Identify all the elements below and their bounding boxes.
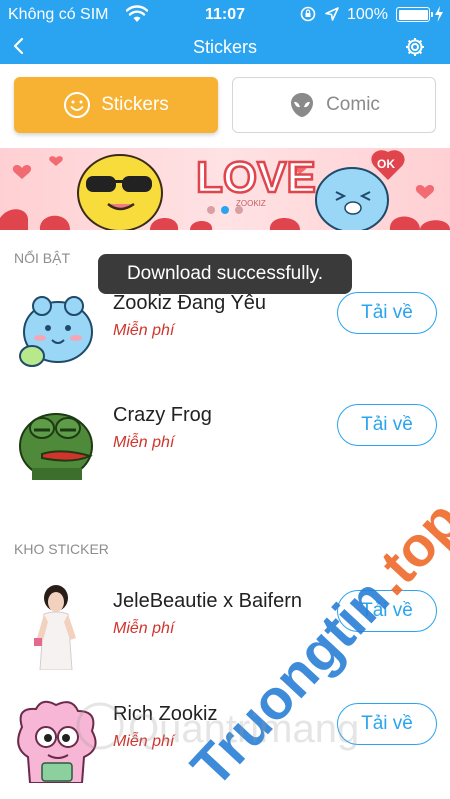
page-dot [207, 206, 215, 214]
battery-icon [396, 7, 433, 22]
gear-icon[interactable] [404, 36, 426, 58]
smiley-icon [64, 92, 91, 118]
promo-banner[interactable]: LOVE ZOOKIZ OK [0, 148, 450, 230]
sticker-tabs: Stickers Comic [0, 64, 450, 148]
download-button[interactable]: Tải về [337, 590, 437, 632]
download-button[interactable]: Tải về [337, 292, 437, 334]
download-button[interactable]: Tải về [337, 703, 437, 745]
sticker-name: JeleBeautie x Baifern [113, 590, 303, 612]
list-item[interactable]: Crazy Frog Miễn phí Tải về [0, 384, 450, 496]
page-dot-active [221, 206, 229, 214]
sticker-thumbnail [17, 700, 97, 783]
list-item[interactable]: Rich Zookiz Miễn phí Tải về [0, 683, 450, 795]
page-title: Stickers [192, 37, 257, 57]
sticker-thumbnail [19, 413, 93, 480]
tab-comic-label: Comic [326, 94, 380, 115]
battery-percent: 100% [347, 6, 388, 23]
app-header: Không có SIM 11:07 100% Stickers [0, 0, 450, 64]
sticker-thumbnail [12, 584, 102, 670]
sticker-name: Crazy Frog [113, 404, 212, 426]
page-dot [235, 206, 243, 214]
sticker-price: Miễn phí [113, 434, 175, 451]
location-arrow-icon [325, 7, 339, 21]
tab-stickers[interactable]: Stickers [14, 77, 218, 133]
section-label-featured: NỔI BẬT [14, 250, 71, 266]
banner-page-indicator [0, 206, 450, 214]
banner-headline: LOVE [196, 153, 316, 202]
charging-icon [435, 6, 443, 22]
section-label-store: KHO STICKER [14, 541, 109, 557]
list-item[interactable]: JeleBeautie x Baifern Miễn phí Tải về [0, 570, 450, 682]
sticker-price: Miễn phí [113, 733, 175, 750]
alien-icon [291, 93, 314, 117]
toast-message: Download successfully. [98, 254, 352, 294]
status-bar: Không có SIM 11:07 100% [0, 0, 450, 30]
rotation-lock-icon [300, 6, 316, 22]
download-button[interactable]: Tải về [337, 404, 437, 446]
sticker-thumbnail [19, 296, 93, 367]
banner-badge: OK [377, 157, 395, 171]
banner-illustration: LOVE ZOOKIZ OK [0, 150, 450, 230]
tab-comic[interactable]: Comic [232, 77, 436, 133]
sticker-name: Zookiz Đang Yêu [113, 292, 267, 314]
tab-stickers-label: Stickers [101, 94, 169, 115]
sticker-price: Miễn phí [113, 620, 175, 637]
sticker-price: Miễn phí [113, 322, 175, 339]
sticker-name: Rich Zookiz [113, 703, 218, 725]
